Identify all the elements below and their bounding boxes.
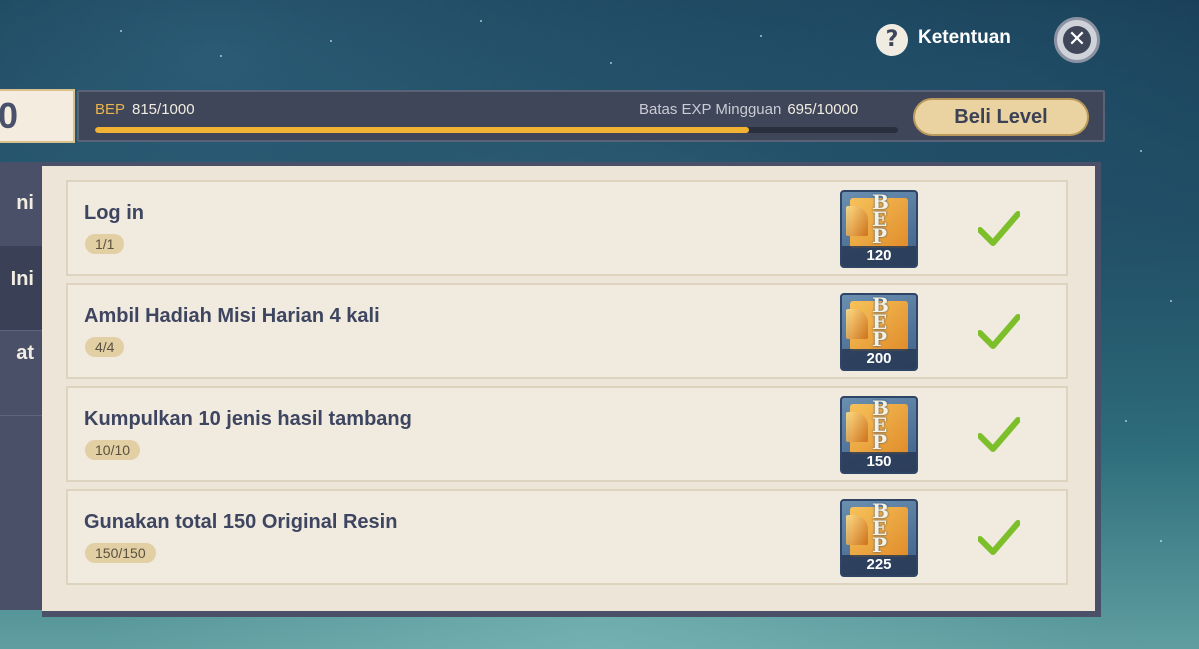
task-title: Gunakan total 150 Original Resin [84,511,398,533]
weekly-exp-limit: Batas EXP Mingguan 695/10000 [639,101,858,118]
exp-progress-fill [95,127,750,133]
reward-letters: BEP [872,190,889,248]
bep-value: 815/1000 [132,101,195,118]
level-box: 0 [0,89,75,143]
task-progress-badge: 150/150 [85,543,156,563]
task-row: Log in 1/1 BEP 120 [66,180,1068,276]
bep-reward-icon[interactable]: BEP 225 [840,499,918,577]
side-nav-label-2: Ini [10,268,34,290]
side-nav-label-1: ni [16,192,34,214]
side-nav-item-2[interactable]: Ini [0,246,42,330]
side-nav: ni Ini at [0,162,42,610]
exp-bar: BEP 815/1000 Batas EXP Mingguan 695/10000… [77,90,1105,142]
task-progress-badge: 4/4 [85,337,125,357]
reward-fan [846,515,868,545]
side-nav-label-3: at [16,342,34,364]
level-number: 0 [0,95,19,136]
task-progress-badge: 10/10 [85,440,141,460]
side-nav-divider [0,415,42,416]
reward-letters: BEP [872,396,889,454]
side-nav-divider [0,330,42,331]
task-title: Log in [84,202,144,224]
task-row: Ambil Hadiah Misi Harian 4 kali 4/4 BEP … [66,283,1068,379]
rules-link[interactable]: Ketentuan [918,27,1011,49]
reward-amount: 150 [842,452,916,472]
exp-progress-track [95,127,898,133]
checkmark-icon [978,211,1020,246]
checkmark-icon [978,314,1020,349]
task-title: Kumpulkan 10 jenis hasil tambang [84,408,412,430]
mission-panel: Log in 1/1 BEP 120 Ambil Hadiah Misi Har… [42,162,1101,617]
question-icon[interactable]: ? [876,24,908,56]
side-nav-item-1[interactable]: ni [0,192,42,232]
task-row: Gunakan total 150 Original Resin 150/150… [66,489,1068,585]
bep-reward-icon[interactable]: BEP 120 [840,190,918,268]
reward-amount: 120 [842,246,916,266]
reward-letters: BEP [872,293,889,351]
weekly-exp-label: Batas EXP Mingguan [639,101,782,118]
reward-fan [846,412,868,442]
buy-level-button[interactable]: Beli Level [913,98,1089,136]
task-progress-badge: 1/1 [85,234,125,254]
weekly-exp-value: 695/10000 [787,101,859,118]
reward-amount: 225 [842,555,916,575]
reward-fan [846,309,868,339]
reward-fan [846,206,868,236]
reward-letters: BEP [872,499,889,557]
checkmark-icon [978,520,1020,555]
close-icon: ✕ [1063,26,1091,54]
checkmark-icon [978,417,1020,452]
bep-reward-icon[interactable]: BEP 200 [840,293,918,371]
close-button[interactable]: ✕ [1054,17,1100,63]
task-row: Kumpulkan 10 jenis hasil tambang 10/10 B… [66,386,1068,482]
reward-amount: 200 [842,349,916,369]
bep-reward-icon[interactable]: BEP 150 [840,396,918,474]
bep-label: BEP [95,101,126,118]
side-nav-item-3[interactable]: at [0,342,42,382]
task-title: Ambil Hadiah Misi Harian 4 kali [84,305,380,327]
